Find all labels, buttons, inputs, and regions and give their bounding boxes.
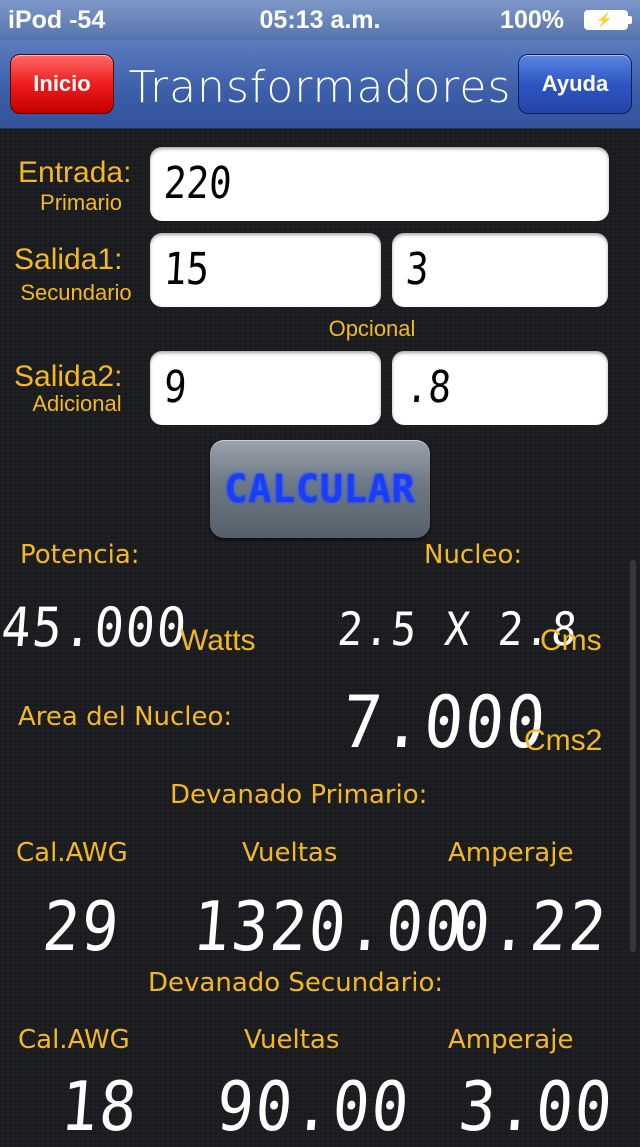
secundario-col-awg: Cal.AWG <box>18 1025 130 1055</box>
salida1-current-value: 3 <box>404 244 431 295</box>
entrada-sublabel: Primario <box>40 190 122 215</box>
salida2-voltage-input[interactable]: 9 <box>150 351 381 425</box>
primario-title: Devanado Primario: <box>170 780 428 810</box>
secundario-amperaje-value: 3.00 <box>455 1068 617 1147</box>
nucleo-unit: Cms <box>540 624 602 657</box>
secundario-col-vueltas: Vueltas <box>244 1025 340 1055</box>
primario-vueltas-value: 1320.00 <box>189 888 467 967</box>
salida1-voltage-value: 15 <box>162 244 211 295</box>
salida1-sublabel: Secundario <box>20 280 132 305</box>
ayuda-button[interactable]: Ayuda <box>518 54 632 114</box>
nucleo-label: Nucleo: <box>424 540 523 570</box>
primario-awg-value: 29 <box>39 888 124 967</box>
secundario-col-amperaje: Amperaje <box>448 1025 574 1055</box>
area-value: 7.000 <box>339 680 551 764</box>
battery-icon: ⚡ <box>584 10 632 30</box>
area-unit: Cms2 <box>524 724 603 757</box>
potencia-value: 45.000 <box>0 596 191 659</box>
salida1-label: Salida1: <box>14 243 123 276</box>
primario-col-amperaje: Amperaje <box>448 838 574 868</box>
salida1-current-input[interactable]: 3 <box>392 233 608 307</box>
potencia-unit: Watts <box>180 624 256 657</box>
salida2-current-value: .8 <box>404 362 453 413</box>
area-label: Area del Nucleo: <box>18 702 233 732</box>
potencia-label: Potencia: <box>20 540 140 570</box>
entrada-label: Entrada: <box>18 156 132 189</box>
salida2-voltage-value: 9 <box>162 362 189 413</box>
salida2-sublabel: Adicional <box>32 391 122 416</box>
battery-percent: 100% <box>500 6 564 34</box>
salida2-current-input[interactable]: .8 <box>392 351 608 425</box>
entrada-input[interactable]: 220 <box>150 147 609 221</box>
opcional-label: Opcional <box>328 316 416 341</box>
status-bar: iPod -54 05:13 a.m. 100% ⚡ <box>0 0 640 40</box>
secundario-title: Devanado Secundario: <box>148 968 444 998</box>
salida2-label: Salida2: <box>14 360 123 393</box>
primario-amperaje-value: 0.22 <box>449 888 611 967</box>
secundario-awg-value: 18 <box>57 1068 142 1147</box>
results-scrollbar[interactable] <box>630 560 636 952</box>
navigation-bar: Inicio Transformadores Ayuda <box>0 40 640 129</box>
secundario-vueltas-value: 90.00 <box>213 1068 414 1147</box>
calcular-button-label: CALCULAR <box>224 467 416 511</box>
entrada-value: 220 <box>162 158 234 209</box>
salida1-voltage-input[interactable]: 15 <box>150 233 381 307</box>
primario-col-vueltas: Vueltas <box>242 838 338 868</box>
primario-col-awg: Cal.AWG <box>16 838 128 868</box>
calcular-button[interactable]: CALCULAR <box>210 440 430 538</box>
